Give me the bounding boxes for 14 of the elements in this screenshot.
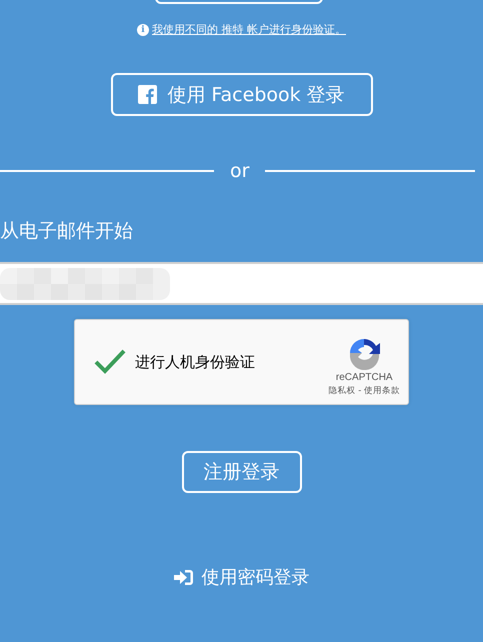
register-button[interactable]: 注册登录 [182,451,302,493]
facebook-login-button[interactable]: 使用 Facebook 登录 [110,73,372,116]
password-login-link[interactable]: 使用密码登录 [174,565,310,589]
sign-in-icon [174,568,194,586]
email-field[interactable] [0,262,483,305]
alt-account-link[interactable]: 我使用不同的 推特 帐户进行身份验证。 [152,22,346,37]
captcha-label: 进行人机身份验证 [135,352,255,372]
email-label: 从电子邮件开始 [0,219,133,244]
info-icon: ℹ [137,24,149,36]
divider-text: or [230,160,250,182]
captcha-checkbox[interactable] [93,348,127,376]
recaptcha-brand: reCAPTCHA [336,372,393,382]
privacy-terms-link[interactable]: 隐私权 - 使用条款 [328,384,400,396]
facebook-icon [138,85,158,104]
